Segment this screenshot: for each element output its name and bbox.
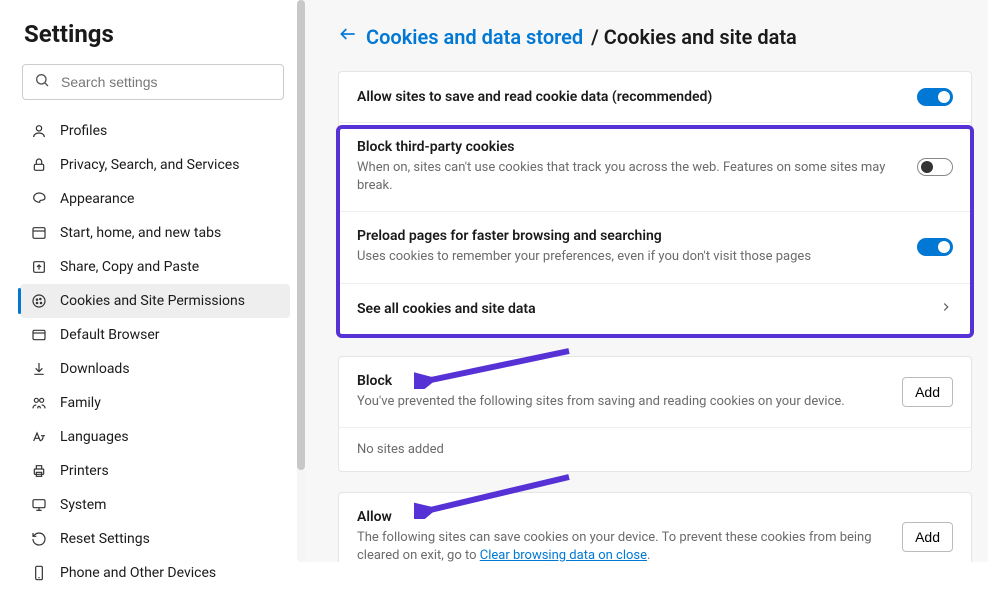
add-block-button[interactable]: Add	[902, 377, 953, 407]
nav-list: Profiles Privacy, Search, and Services A…	[20, 114, 290, 590]
toggle-allow-sites[interactable]	[917, 88, 953, 106]
row-title: Preload pages for faster browsing and se…	[357, 228, 897, 244]
phone-icon	[30, 564, 48, 582]
row-block-header: Block You've prevented the following sit…	[339, 357, 971, 428]
row-desc: Uses cookies to remember your preference…	[357, 248, 897, 266]
sidebar-item-label: Share, Copy and Paste	[60, 259, 199, 275]
sidebar-item-profiles[interactable]: Profiles	[20, 114, 290, 148]
search-wrap	[20, 64, 290, 100]
toggle-block-third-party[interactable]	[917, 158, 953, 176]
sidebar-item-share[interactable]: Share, Copy and Paste	[20, 250, 290, 284]
row-title: See all cookies and site data	[357, 301, 919, 317]
profile-icon	[30, 122, 48, 140]
breadcrumb: Cookies and data stored / Cookies and si…	[338, 24, 972, 49]
breadcrumb-separator: / Cookies and site data	[591, 25, 797, 49]
settings-sidebar: Settings Profiles Privacy, Search, and S…	[0, 0, 302, 562]
back-arrow-icon[interactable]	[338, 24, 358, 49]
sidebar-item-printers[interactable]: Printers	[20, 454, 290, 488]
sidebar-item-label: Appearance	[60, 191, 134, 207]
lock-icon	[30, 156, 48, 174]
scrollbar-thumb[interactable]	[297, 0, 305, 470]
sidebar-item-reset[interactable]: Reset Settings	[20, 522, 290, 556]
row-preload: Preload pages for faster browsing and se…	[339, 212, 971, 283]
section-title: Block	[357, 373, 882, 389]
breadcrumb-link[interactable]: Cookies and data stored	[366, 25, 583, 49]
sidebar-item-system[interactable]: System	[20, 488, 290, 522]
page-title: Settings	[20, 20, 290, 48]
search-icon	[34, 72, 50, 92]
home-icon	[30, 224, 48, 242]
share-icon	[30, 258, 48, 276]
sidebar-item-label: System	[60, 497, 106, 513]
sidebar-item-label: Default Browser	[60, 327, 160, 343]
family-icon	[30, 394, 48, 412]
sidebar-item-start[interactable]: Start, home, and new tabs	[20, 216, 290, 250]
main-content: Cookies and data stored / Cookies and si…	[302, 0, 988, 562]
section-desc: The following sites can save cookies on …	[357, 529, 882, 562]
sidebar-item-downloads[interactable]: Downloads	[20, 352, 290, 386]
row-see-all[interactable]: See all cookies and site data	[339, 284, 971, 335]
search-input[interactable]	[22, 64, 284, 100]
sidebar-item-cookies[interactable]: Cookies and Site Permissions	[20, 284, 290, 318]
sidebar-item-label: Printers	[60, 463, 109, 479]
sidebar-item-label: Languages	[60, 429, 129, 445]
sidebar-item-label: Reset Settings	[60, 531, 150, 547]
language-icon	[30, 428, 48, 446]
sidebar-item-appearance[interactable]: Appearance	[20, 182, 290, 216]
allow-section-card: Allow The following sites can save cooki…	[338, 492, 972, 562]
section-desc: You've prevented the following sites fro…	[357, 393, 882, 411]
appearance-icon	[30, 190, 48, 208]
sidebar-item-label: Profiles	[60, 123, 107, 139]
chevron-right-icon	[939, 300, 953, 318]
sidebar-item-label: Start, home, and new tabs	[60, 225, 221, 241]
system-icon	[30, 496, 48, 514]
download-icon	[30, 360, 48, 378]
sidebar-item-languages[interactable]: Languages	[20, 420, 290, 454]
sidebar-item-default-browser[interactable]: Default Browser	[20, 318, 290, 352]
sidebar-item-label: Downloads	[60, 361, 130, 377]
breadcrumb-current: Cookies and site data	[604, 25, 797, 49]
row-allow-header: Allow The following sites can save cooki…	[339, 493, 971, 562]
scrollbar[interactable]	[297, 0, 305, 562]
row-title: Block third-party cookies	[357, 139, 897, 155]
row-block-third-party: Block third-party cookies When on, sites…	[339, 123, 971, 212]
browser-icon	[30, 326, 48, 344]
add-allow-button[interactable]: Add	[902, 522, 953, 552]
sidebar-item-label: Privacy, Search, and Services	[60, 157, 239, 173]
row-desc: When on, sites can't use cookies that tr…	[357, 159, 897, 195]
sidebar-item-label: Phone and Other Devices	[60, 565, 216, 581]
printer-icon	[30, 462, 48, 480]
sidebar-item-phone[interactable]: Phone and Other Devices	[20, 556, 290, 590]
sidebar-item-label: Family	[60, 395, 101, 411]
sidebar-item-family[interactable]: Family	[20, 386, 290, 420]
sidebar-item-label: Cookies and Site Permissions	[60, 293, 245, 309]
row-title: Allow sites to save and read cookie data…	[357, 89, 897, 105]
row-allow-sites: Allow sites to save and read cookie data…	[339, 72, 971, 123]
section-title: Allow	[357, 509, 882, 525]
toggle-preload[interactable]	[917, 238, 953, 256]
sidebar-item-privacy[interactable]: Privacy, Search, and Services	[20, 148, 290, 182]
cookie-icon	[30, 292, 48, 310]
empty-state: No sites added	[339, 428, 971, 471]
block-section-card: Block You've prevented the following sit…	[338, 356, 972, 472]
reset-icon	[30, 530, 48, 548]
clear-data-link[interactable]: Clear browsing data on close	[480, 548, 647, 562]
cookie-settings-card: Allow sites to save and read cookie data…	[338, 71, 972, 336]
